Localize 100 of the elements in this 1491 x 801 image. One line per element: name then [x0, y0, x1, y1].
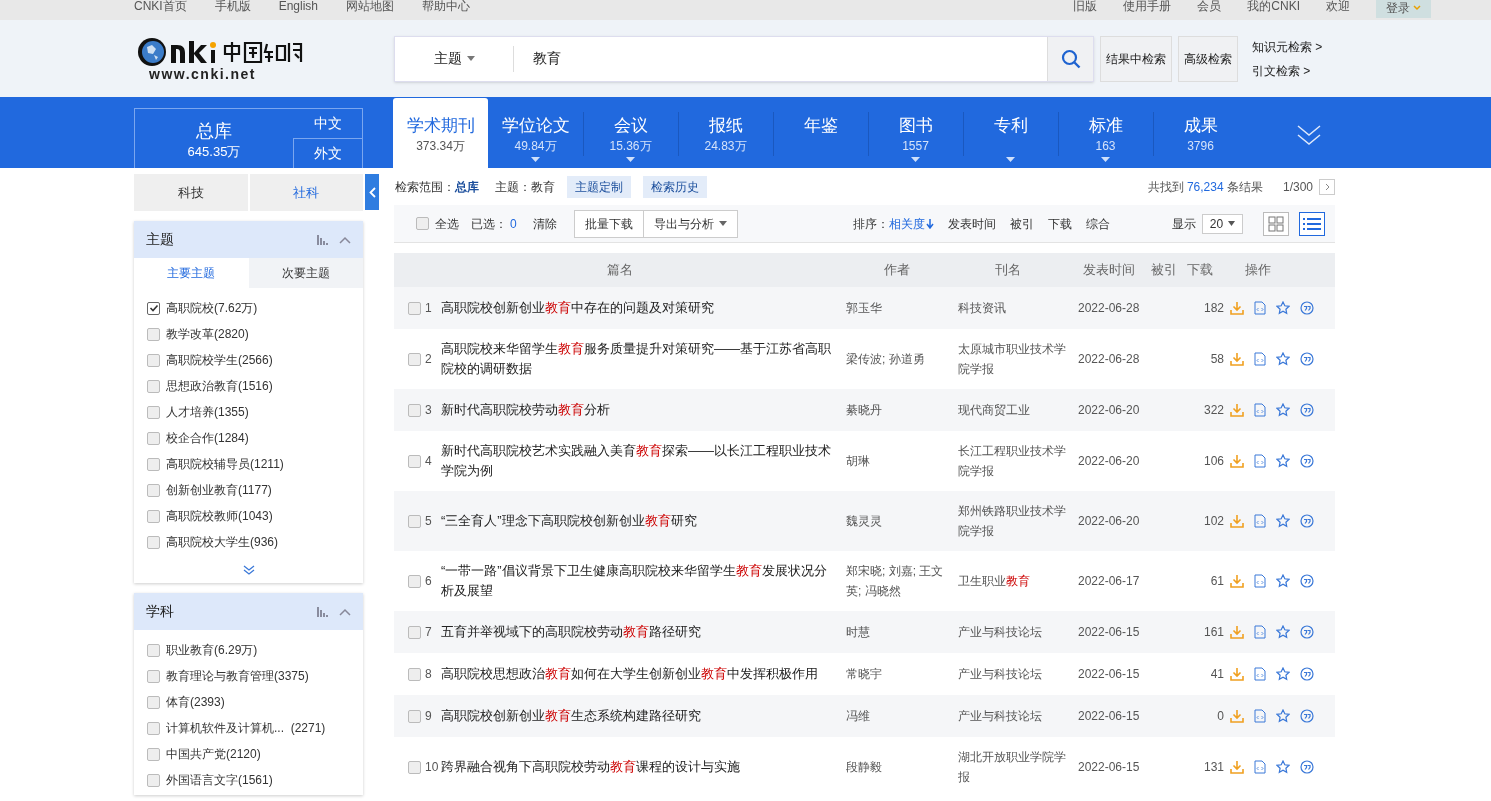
scope-button[interactable]: 检索历史 — [643, 176, 707, 198]
journal-link[interactable]: 产业与科技论坛 — [958, 706, 1073, 726]
html-document-icon[interactable] — [1254, 352, 1266, 366]
search-input[interactable]: 教育 — [514, 48, 1047, 69]
database-selector[interactable]: 总库 645.35万 中文 外文 — [134, 108, 363, 168]
scope-button[interactable]: 主题定制 — [567, 176, 631, 198]
database-tab[interactable]: 成果 3796 — [1153, 98, 1248, 168]
filter-option[interactable]: 高职院校辅导员(1211) — [166, 455, 284, 473]
star-icon[interactable] — [1276, 667, 1290, 681]
quote-icon[interactable] — [1300, 514, 1314, 528]
checkbox[interactable] — [408, 709, 421, 723]
checkbox[interactable] — [147, 457, 160, 471]
top-link[interactable]: 我的CNKI — [1247, 0, 1300, 15]
html-document-icon[interactable] — [1254, 403, 1266, 417]
checkbox[interactable] — [147, 301, 160, 315]
field-type-dropdown[interactable]: 主题 — [395, 48, 513, 69]
filter-option[interactable]: 校企合作(1284) — [166, 429, 249, 447]
quote-icon[interactable] — [1300, 574, 1314, 588]
download-icon[interactable] — [1230, 352, 1244, 366]
search-bar[interactable]: 主题 教育 — [394, 35, 1094, 82]
chart-icon[interactable] — [317, 234, 329, 245]
checkbox[interactable] — [147, 431, 160, 445]
download-icon[interactable] — [1230, 709, 1244, 723]
logo[interactable]: www.cnki.net — [137, 36, 317, 81]
article-title-link[interactable]: “三全育人”理念下高职院校创新创业教育研究 — [441, 511, 836, 531]
search-option-button[interactable]: 结果中检索 — [1100, 35, 1172, 82]
checkbox[interactable] — [147, 353, 160, 367]
article-title-link[interactable]: 五育并举视域下的高职院校劳动教育路径研究 — [441, 622, 836, 642]
star-icon[interactable] — [1276, 625, 1290, 639]
checkbox[interactable] — [147, 509, 160, 523]
sort-option[interactable]: 发表时间 — [948, 214, 996, 233]
checkbox[interactable] — [408, 625, 421, 639]
top-link[interactable]: CNKI首页 — [134, 0, 187, 15]
select-all-label[interactable]: 全选 — [435, 214, 459, 233]
database-tab[interactable]: 学术期刊 373.34万 — [393, 98, 488, 168]
html-document-icon[interactable] — [1254, 760, 1266, 774]
checkbox[interactable] — [147, 483, 160, 497]
sort-option[interactable]: 被引 — [1010, 214, 1034, 233]
filter-option[interactable]: 职业教育(6.29万) — [166, 641, 258, 659]
checkbox[interactable] — [147, 747, 160, 761]
quote-icon[interactable] — [1300, 403, 1314, 417]
category-tab[interactable]: 科技 — [134, 174, 248, 211]
list-view-button[interactable] — [1299, 211, 1325, 236]
subtopic-tab[interactable]: 次要主题 — [248, 258, 363, 288]
sort-option[interactable]: 综合 — [1086, 214, 1110, 233]
journal-link[interactable]: 卫生职业教育 — [958, 571, 1073, 591]
article-title-link[interactable]: 新时代高职院校艺术实践融入美育教育探索——以长江工程职业技术学院为例 — [441, 441, 836, 481]
download-icon[interactable] — [1230, 625, 1244, 639]
sort-option[interactable]: 相关度 — [889, 214, 934, 233]
article-title-link[interactable]: 高职院校思想政治教育如何在大学生创新创业教育中发挥积极作用 — [441, 664, 836, 684]
quote-icon[interactable] — [1300, 667, 1314, 681]
database-tab[interactable]: 标准 163 — [1058, 98, 1153, 168]
language-tab[interactable]: 中文 — [293, 109, 362, 139]
checkbox[interactable] — [408, 352, 421, 366]
checkbox[interactable] — [147, 327, 160, 341]
top-link[interactable]: 网站地图 — [346, 0, 395, 15]
category-tab[interactable]: 社科 — [249, 174, 363, 211]
database-tab[interactable]: 报纸 24.83万 — [678, 98, 773, 168]
collapse-icon[interactable] — [339, 607, 351, 616]
filter-option[interactable]: 教学改革(2820) — [166, 325, 249, 343]
top-link[interactable]: 会员 — [1197, 0, 1222, 15]
database-tab[interactable]: 学位论文 49.84万 — [488, 98, 583, 168]
article-title-link[interactable]: 跨界融合视角下高职院校劳动教育课程的设计与实施 — [441, 757, 836, 777]
html-document-icon[interactable] — [1254, 514, 1266, 528]
top-link[interactable]: 欢迎 — [1326, 0, 1350, 15]
clear-link[interactable]: 清除 — [532, 214, 557, 233]
star-icon[interactable] — [1276, 352, 1290, 366]
filter-option[interactable]: 创新创业教育(1177) — [166, 481, 272, 499]
quote-icon[interactable] — [1300, 760, 1314, 774]
filter-option[interactable]: 中国共产党(2120) — [166, 745, 261, 763]
star-icon[interactable] — [1276, 454, 1290, 468]
checkbox[interactable] — [147, 695, 160, 709]
checkbox[interactable] — [147, 721, 160, 735]
show-more-icon[interactable] — [242, 565, 255, 575]
journal-link[interactable]: 现代商贸工业 — [958, 400, 1073, 420]
database-tab[interactable]: 年鉴 — [773, 98, 868, 168]
next-page-button[interactable] — [1319, 179, 1335, 195]
quote-icon[interactable] — [1300, 709, 1314, 723]
download-icon[interactable] — [1230, 514, 1244, 528]
download-icon[interactable] — [1230, 301, 1244, 315]
search-link[interactable]: 知识元检索 > — [1252, 37, 1323, 56]
checkbox[interactable] — [408, 574, 421, 588]
download-icon[interactable] — [1230, 403, 1244, 417]
top-link[interactable]: 帮助中心 — [422, 0, 471, 15]
quote-icon[interactable] — [1300, 352, 1314, 366]
article-title-link[interactable]: 高职院校来华留学生教育服务质量提升对策研究——基于江苏省高职院校的调研数据 — [441, 339, 836, 379]
download-icon[interactable] — [1230, 454, 1244, 468]
download-icon[interactable] — [1230, 667, 1244, 681]
download-icon[interactable] — [1230, 760, 1244, 774]
database-tab[interactable]: 专利 — [963, 98, 1058, 168]
grid-view-button[interactable] — [1263, 211, 1289, 236]
filter-option[interactable]: 思想政治教育(1516) — [166, 377, 273, 395]
article-title-link[interactable]: 高职院校创新创业教育中存在的问题及对策研究 — [441, 298, 836, 318]
journal-link[interactable]: 郑州铁路职业技术学院学报 — [958, 501, 1073, 541]
journal-link[interactable]: 太原城市职业技术学院学报 — [958, 339, 1073, 379]
search-option-button[interactable]: 高级检索 — [1178, 35, 1238, 82]
top-link[interactable]: 旧版 — [1073, 0, 1098, 15]
checkbox[interactable] — [416, 217, 429, 230]
html-document-icon[interactable] — [1254, 574, 1266, 588]
article-title-link[interactable]: 高职院校创新创业教育生态系统构建路径研究 — [441, 706, 836, 726]
